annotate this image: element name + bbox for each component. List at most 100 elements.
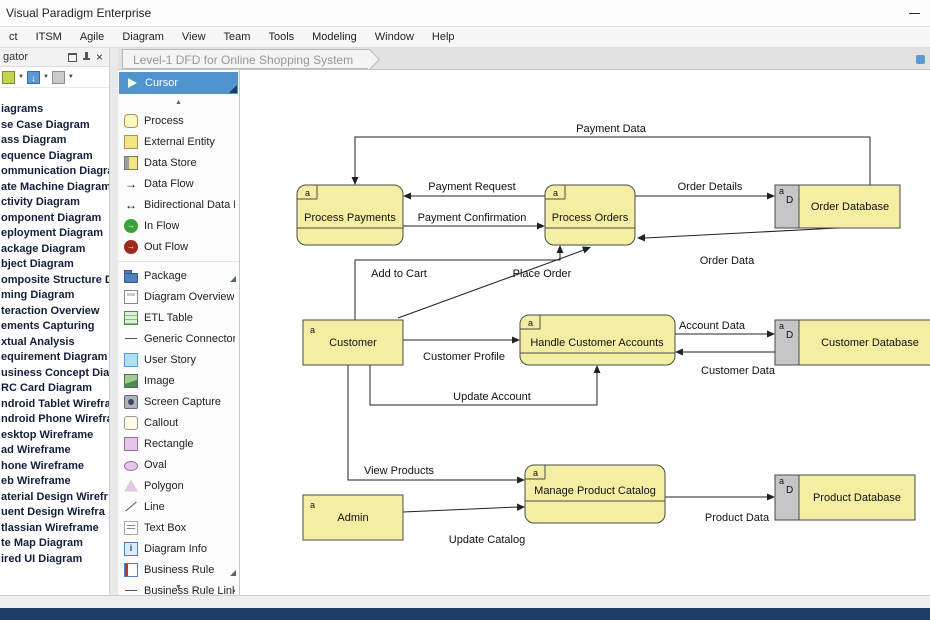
new-diagram-icon[interactable] [2,71,15,84]
datastore-order-database[interactable]: a D Order Database [775,185,900,228]
flow-account-data[interactable]: Account Data [675,320,775,338]
tree-item[interactable]: ndroid Phone Wirefra [0,412,109,428]
palette-item-polygon[interactable]: Polygon [118,475,239,496]
diagram-canvas[interactable]: Payment Data Payment Request Payment Con… [240,70,930,595]
process-manage-product-catalog[interactable]: a Manage Product Catalog [525,465,665,523]
palette-item-package[interactable]: Package [118,265,239,286]
tree-item[interactable]: ommunication Diagra [0,164,109,180]
menu-window[interactable]: Window [366,28,423,46]
tree-item[interactable]: ctivity Diagram [0,195,109,211]
palette-item-bidirectional-data-flow[interactable]: Bidirectional Data Flow [118,194,239,215]
menu-project[interactable]: ct [0,28,27,46]
tree-item[interactable]: ad Wireframe [0,443,109,459]
palette-item-data-store[interactable]: Data Store [118,152,239,173]
tree-item[interactable]: ming Diagram [0,288,109,304]
sort-caret-icon[interactable] [43,71,49,84]
palette-item-data-flow[interactable]: Data Flow [118,173,239,194]
flow-customer-data[interactable]: Customer Data [675,349,776,378]
new-diagram-caret-icon[interactable] [18,71,24,84]
flow-update-account[interactable]: Update Account [370,365,601,405]
flow-update-catalog[interactable]: Update Catalog [403,504,525,547]
process-process-orders[interactable]: a Process Orders [545,185,635,245]
process-process-payments[interactable]: a Process Payments [297,185,403,245]
entity-admin[interactable]: a Admin [303,495,403,540]
palette-item-image[interactable]: Image [118,370,239,391]
tree-item[interactable]: eb Wireframe [0,474,109,490]
menu-modeling[interactable]: Modeling [303,28,366,46]
flow-place-order[interactable]: Place Order [398,247,591,319]
close-panel-icon[interactable] [94,50,106,64]
sort-diagrams-icon[interactable] [27,71,40,84]
tree-item[interactable]: usiness Concept Diag [0,366,109,382]
menu-help[interactable]: Help [423,28,464,46]
palette-item-line[interactable]: Line [118,496,239,517]
palette-item-business-rule[interactable]: Business Rule [118,559,239,580]
flow-payment-data[interactable]: Payment Data [352,123,871,185]
options-caret-icon[interactable] [68,71,74,84]
palette-item-callout[interactable]: Callout [118,412,239,433]
tree-item[interactable]: eployment Diagram [0,226,109,242]
datastore-customer-database[interactable]: a D Customer Database [775,320,930,365]
menu-view[interactable]: View [173,28,215,46]
tree-item[interactable]: ements Capturing [0,319,109,335]
tree-item[interactable]: esktop Wireframe [0,428,109,444]
palette-item-oval[interactable]: Oval [118,454,239,475]
tree-item[interactable]: ired UI Diagram [0,552,109,568]
palette-item-text-box[interactable]: Text Box [118,517,239,538]
tree-item[interactable]: ndroid Tablet Wirefra [0,397,109,413]
tree-item[interactable]: hone Wireframe [0,459,109,475]
tree-item[interactable]: ackage Diagram [0,242,109,258]
tree-item[interactable]: aterial Design Wirefr [0,490,109,506]
palette-item-screen-capture[interactable]: Screen Capture [118,391,239,412]
tree-item[interactable]: omposite Structure D [0,273,109,289]
entity-customer[interactable]: a Customer [303,320,403,365]
palette-item-diagram-info[interactable]: Diagram Info [118,538,239,559]
pin-panel-icon[interactable] [80,50,92,64]
palette-item-cursor[interactable]: Cursor [119,72,238,94]
flow-payment-confirmation[interactable]: Payment Confirmation [403,212,545,230]
tree-item[interactable]: te Map Diagram [0,536,109,552]
tree-item[interactable]: se Case Diagram [0,118,109,134]
datastore-product-database[interactable]: a D Product Database [775,475,915,520]
tree-item[interactable]: equirement Diagram [0,350,109,366]
flow-add-to-cart[interactable]: Add to Cart [355,245,564,320]
tree-item[interactable]: iagrams [0,102,109,118]
tree-item[interactable]: RC Card Diagram [0,381,109,397]
tree-item[interactable]: omponent Diagram [0,211,109,227]
flow-product-data[interactable]: Product Data [665,494,775,525]
float-panel-icon[interactable] [66,50,78,64]
tree-item[interactable]: xtual Analysis [0,335,109,351]
tree-item[interactable]: equence Diagram [0,149,109,165]
palette-item-generic-connector[interactable]: Generic Connector [118,328,239,349]
process-handle-customer-accounts[interactable]: a Handle Customer Accounts [520,315,675,365]
palette-scroll-up-icon[interactable] [118,98,239,108]
palette-item-out-flow[interactable]: Out Flow [118,236,239,257]
tab-list-icon[interactable] [916,55,925,64]
flow-order-data[interactable]: Order Data [637,228,838,267]
palette-item-in-flow[interactable]: In Flow [118,215,239,236]
palette-item-user-story[interactable]: User Story [118,349,239,370]
tree-item[interactable]: teraction Overview [0,304,109,320]
palette-item-process[interactable]: Process [118,110,239,131]
flow-payment-request[interactable]: Payment Request [403,181,545,200]
flow-customer-profile[interactable]: Customer Profile [403,337,520,364]
minimize-button[interactable] [909,13,920,14]
menu-agile[interactable]: Agile [71,28,113,46]
tree-item[interactable]: bject Diagram [0,257,109,273]
menu-tools[interactable]: Tools [259,28,303,46]
palette-item-external-entity[interactable]: External Entity [118,131,239,152]
flow-order-details[interactable]: Order Details [635,181,775,200]
menu-itsm[interactable]: ITSM [27,28,71,46]
menu-team[interactable]: Team [215,28,260,46]
palette-item-rectangle[interactable]: Rectangle [118,433,239,454]
diagram-tab[interactable]: Level-1 DFD for Online Shopping System [122,49,369,69]
palette-scroll-down-icon[interactable] [118,583,239,593]
flow-view-products[interactable]: View Products [348,365,525,484]
menu-diagram[interactable]: Diagram [113,28,173,46]
tree-item[interactable]: tlassian Wireframe [0,521,109,537]
tree-item[interactable]: ass Diagram [0,133,109,149]
palette-item-etl-table[interactable]: ETL Table [118,307,239,328]
navigator-options-icon[interactable] [52,71,65,84]
palette-item-diagram-overview[interactable]: Diagram Overview [118,286,239,307]
tree-item[interactable]: ate Machine Diagram [0,180,109,196]
